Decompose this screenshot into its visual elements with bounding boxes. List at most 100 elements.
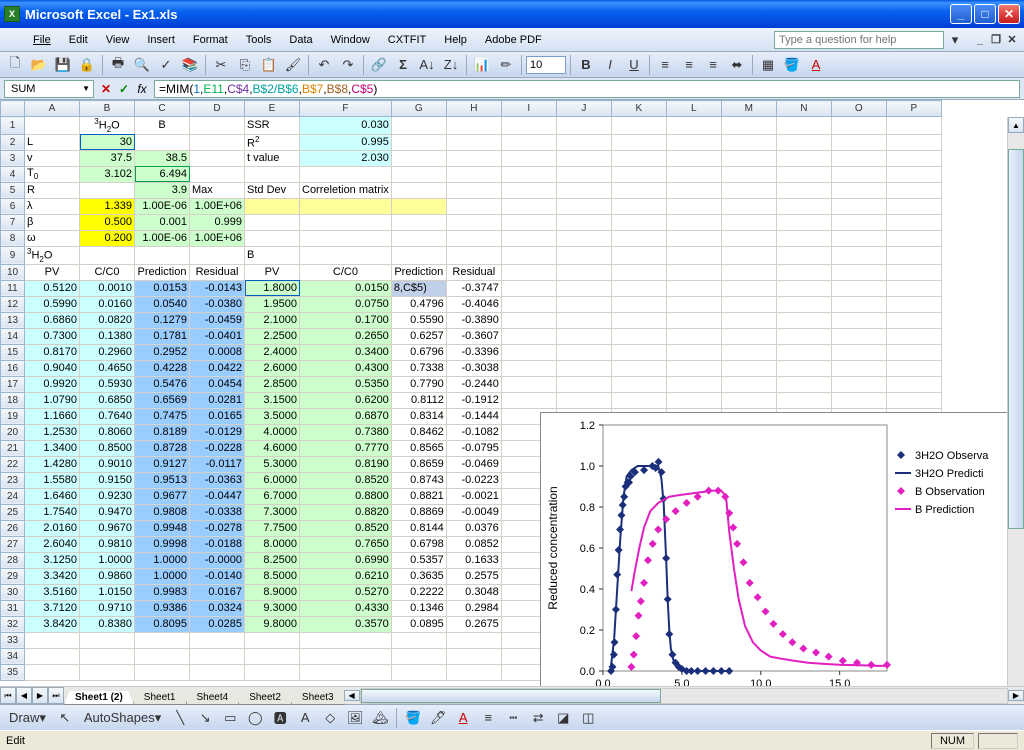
align-center-button[interactable]: ≡ [678, 54, 700, 76]
cell-H10[interactable]: Residual [446, 264, 501, 280]
save-button[interactable]: 💾 [52, 54, 74, 76]
cell-H28[interactable]: 0.1633 [446, 552, 501, 568]
cell-N15[interactable] [776, 344, 831, 360]
cell-H19[interactable]: -0.1444 [446, 408, 501, 424]
copy-button[interactable]: ⎘ [234, 54, 256, 76]
cell-B14[interactable]: 0.1380 [80, 328, 135, 344]
spelling-button[interactable]: ✓ [155, 54, 177, 76]
cell-H8[interactable] [446, 230, 501, 246]
italic-button[interactable]: I [599, 54, 621, 76]
cell-E10[interactable]: PV [245, 264, 300, 280]
research-button[interactable]: 📚 [179, 54, 201, 76]
col-header[interactable]: N [776, 101, 831, 117]
row-header[interactable]: 18 [1, 392, 25, 408]
cell-B8[interactable]: 0.200 [80, 230, 135, 246]
cell-D5[interactable]: Max [190, 182, 245, 198]
col-header[interactable]: M [721, 101, 776, 117]
cell-H7[interactable] [446, 214, 501, 230]
cell-B21[interactable]: 0.8500 [80, 440, 135, 456]
cell-P15[interactable] [886, 344, 941, 360]
col-header[interactable]: P [886, 101, 941, 117]
cell-D20[interactable]: -0.0129 [190, 424, 245, 440]
row-header[interactable]: 8 [1, 230, 25, 246]
cell-H17[interactable]: -0.2440 [446, 376, 501, 392]
cell-K2[interactable] [611, 134, 666, 150]
cell-G27[interactable]: 0.6798 [391, 536, 446, 552]
col-header[interactable]: B [80, 101, 135, 117]
cell-N18[interactable] [776, 392, 831, 408]
cell-D16[interactable]: 0.0422 [190, 360, 245, 376]
cell-J16[interactable] [556, 360, 611, 376]
cell-G31[interactable]: 0.1346 [391, 600, 446, 616]
tab-next-button[interactable]: ▶ [32, 687, 48, 704]
row-header[interactable]: 9 [1, 246, 25, 264]
line-style-button[interactable]: ≡ [477, 707, 499, 729]
cell-B26[interactable]: 0.9670 [80, 520, 135, 536]
cell-H13[interactable]: -0.3890 [446, 312, 501, 328]
cell-C1[interactable]: B [135, 117, 190, 135]
col-header[interactable]: O [831, 101, 886, 117]
cell-B18[interactable]: 0.6850 [80, 392, 135, 408]
cell-G10[interactable]: Prediction [391, 264, 446, 280]
cell-F24[interactable]: 0.8800 [300, 488, 392, 504]
cell-M11[interactable] [721, 280, 776, 296]
cell-C10[interactable]: Prediction [135, 264, 190, 280]
cell-E14[interactable]: 2.2500 [245, 328, 300, 344]
cell-M17[interactable] [721, 376, 776, 392]
cell-C21[interactable]: 0.8728 [135, 440, 190, 456]
cell-K10[interactable] [611, 264, 666, 280]
cell-B27[interactable]: 0.9810 [80, 536, 135, 552]
cell-O14[interactable] [831, 328, 886, 344]
arrow-button[interactable]: ↘ [194, 707, 216, 729]
line-button[interactable]: ╲ [169, 707, 191, 729]
cell-P18[interactable] [886, 392, 941, 408]
cell-F32[interactable]: 0.3570 [300, 616, 392, 632]
sheet-tab[interactable]: Sheet3 [291, 691, 345, 705]
cell-J7[interactable] [556, 214, 611, 230]
cell-L9[interactable] [666, 246, 721, 264]
cell-P11[interactable] [886, 280, 941, 296]
cell-O9[interactable] [831, 246, 886, 264]
cell-P9[interactable] [886, 246, 941, 264]
cell-K8[interactable] [611, 230, 666, 246]
enter-formula-button[interactable]: ✓ [116, 82, 132, 96]
cell-A27[interactable]: 2.6040 [25, 536, 80, 552]
cell-J11[interactable] [556, 280, 611, 296]
format-painter-button[interactable]: 🖌 [282, 54, 304, 76]
cell-E7[interactable] [245, 214, 300, 230]
cell-N8[interactable] [776, 230, 831, 246]
cell-G9[interactable] [391, 246, 446, 264]
row-header[interactable]: 31 [1, 600, 25, 616]
hyperlink-button[interactable]: 🔗 [368, 54, 390, 76]
cell-F28[interactable]: 0.6990 [300, 552, 392, 568]
cell-L8[interactable] [666, 230, 721, 246]
cell-N11[interactable] [776, 280, 831, 296]
cell-F33[interactable] [300, 632, 392, 648]
cell-G20[interactable]: 0.8462 [391, 424, 446, 440]
cell-D4[interactable] [190, 166, 245, 182]
cell-C16[interactable]: 0.4228 [135, 360, 190, 376]
rectangle-button[interactable]: ▭ [219, 707, 241, 729]
cell-A32[interactable]: 3.8420 [25, 616, 80, 632]
cell-J13[interactable] [556, 312, 611, 328]
cell-E4[interactable] [245, 166, 300, 182]
cell-N5[interactable] [776, 182, 831, 198]
cell-C5[interactable]: 3.9 [135, 182, 190, 198]
cell-F26[interactable]: 0.8520 [300, 520, 392, 536]
cell-D27[interactable]: -0.0188 [190, 536, 245, 552]
cell-L4[interactable] [666, 166, 721, 182]
shadow-button[interactable]: ◪ [552, 707, 574, 729]
cell-E17[interactable]: 2.8500 [245, 376, 300, 392]
cell-F18[interactable]: 0.6200 [300, 392, 392, 408]
row-header[interactable]: 33 [1, 632, 25, 648]
cell-E35[interactable] [245, 664, 300, 680]
row-header[interactable]: 1 [1, 117, 25, 135]
cell-E1[interactable]: SSR [245, 117, 300, 135]
cell-B34[interactable] [80, 648, 135, 664]
cell-K6[interactable] [611, 198, 666, 214]
doc-minimize-button[interactable]: _ [972, 33, 988, 47]
cell-F2[interactable]: 0.995 [300, 134, 392, 150]
cell-F35[interactable] [300, 664, 392, 680]
cell-B28[interactable]: 1.0000 [80, 552, 135, 568]
print-button[interactable]: 🖶 [107, 54, 129, 76]
